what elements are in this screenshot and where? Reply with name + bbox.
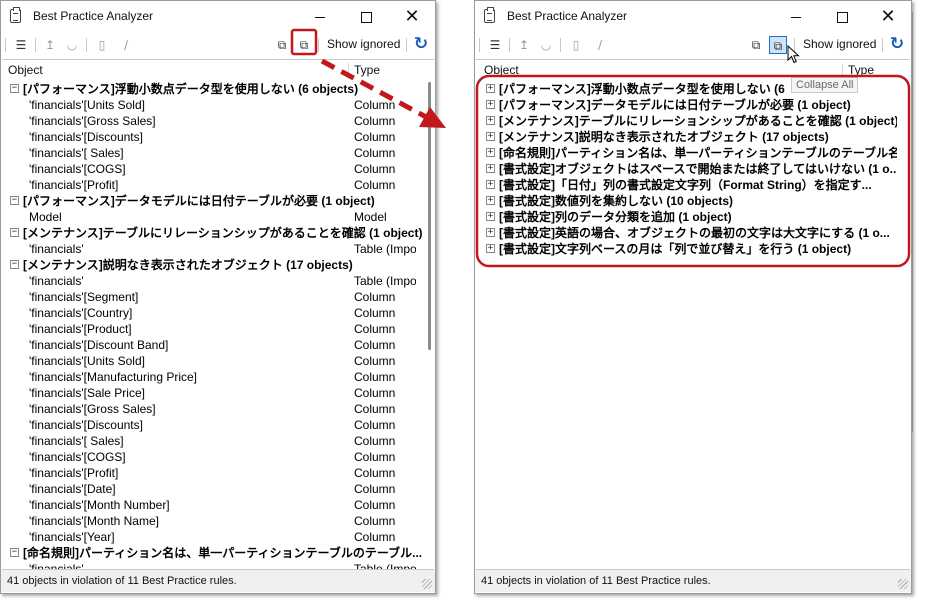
highlight-box-collapse-button (290, 28, 318, 56)
annotation-arrow-line (320, 58, 430, 121)
highlight-box-collapsed-groups (475, 74, 911, 268)
annotation-overlay (290, 28, 911, 268)
